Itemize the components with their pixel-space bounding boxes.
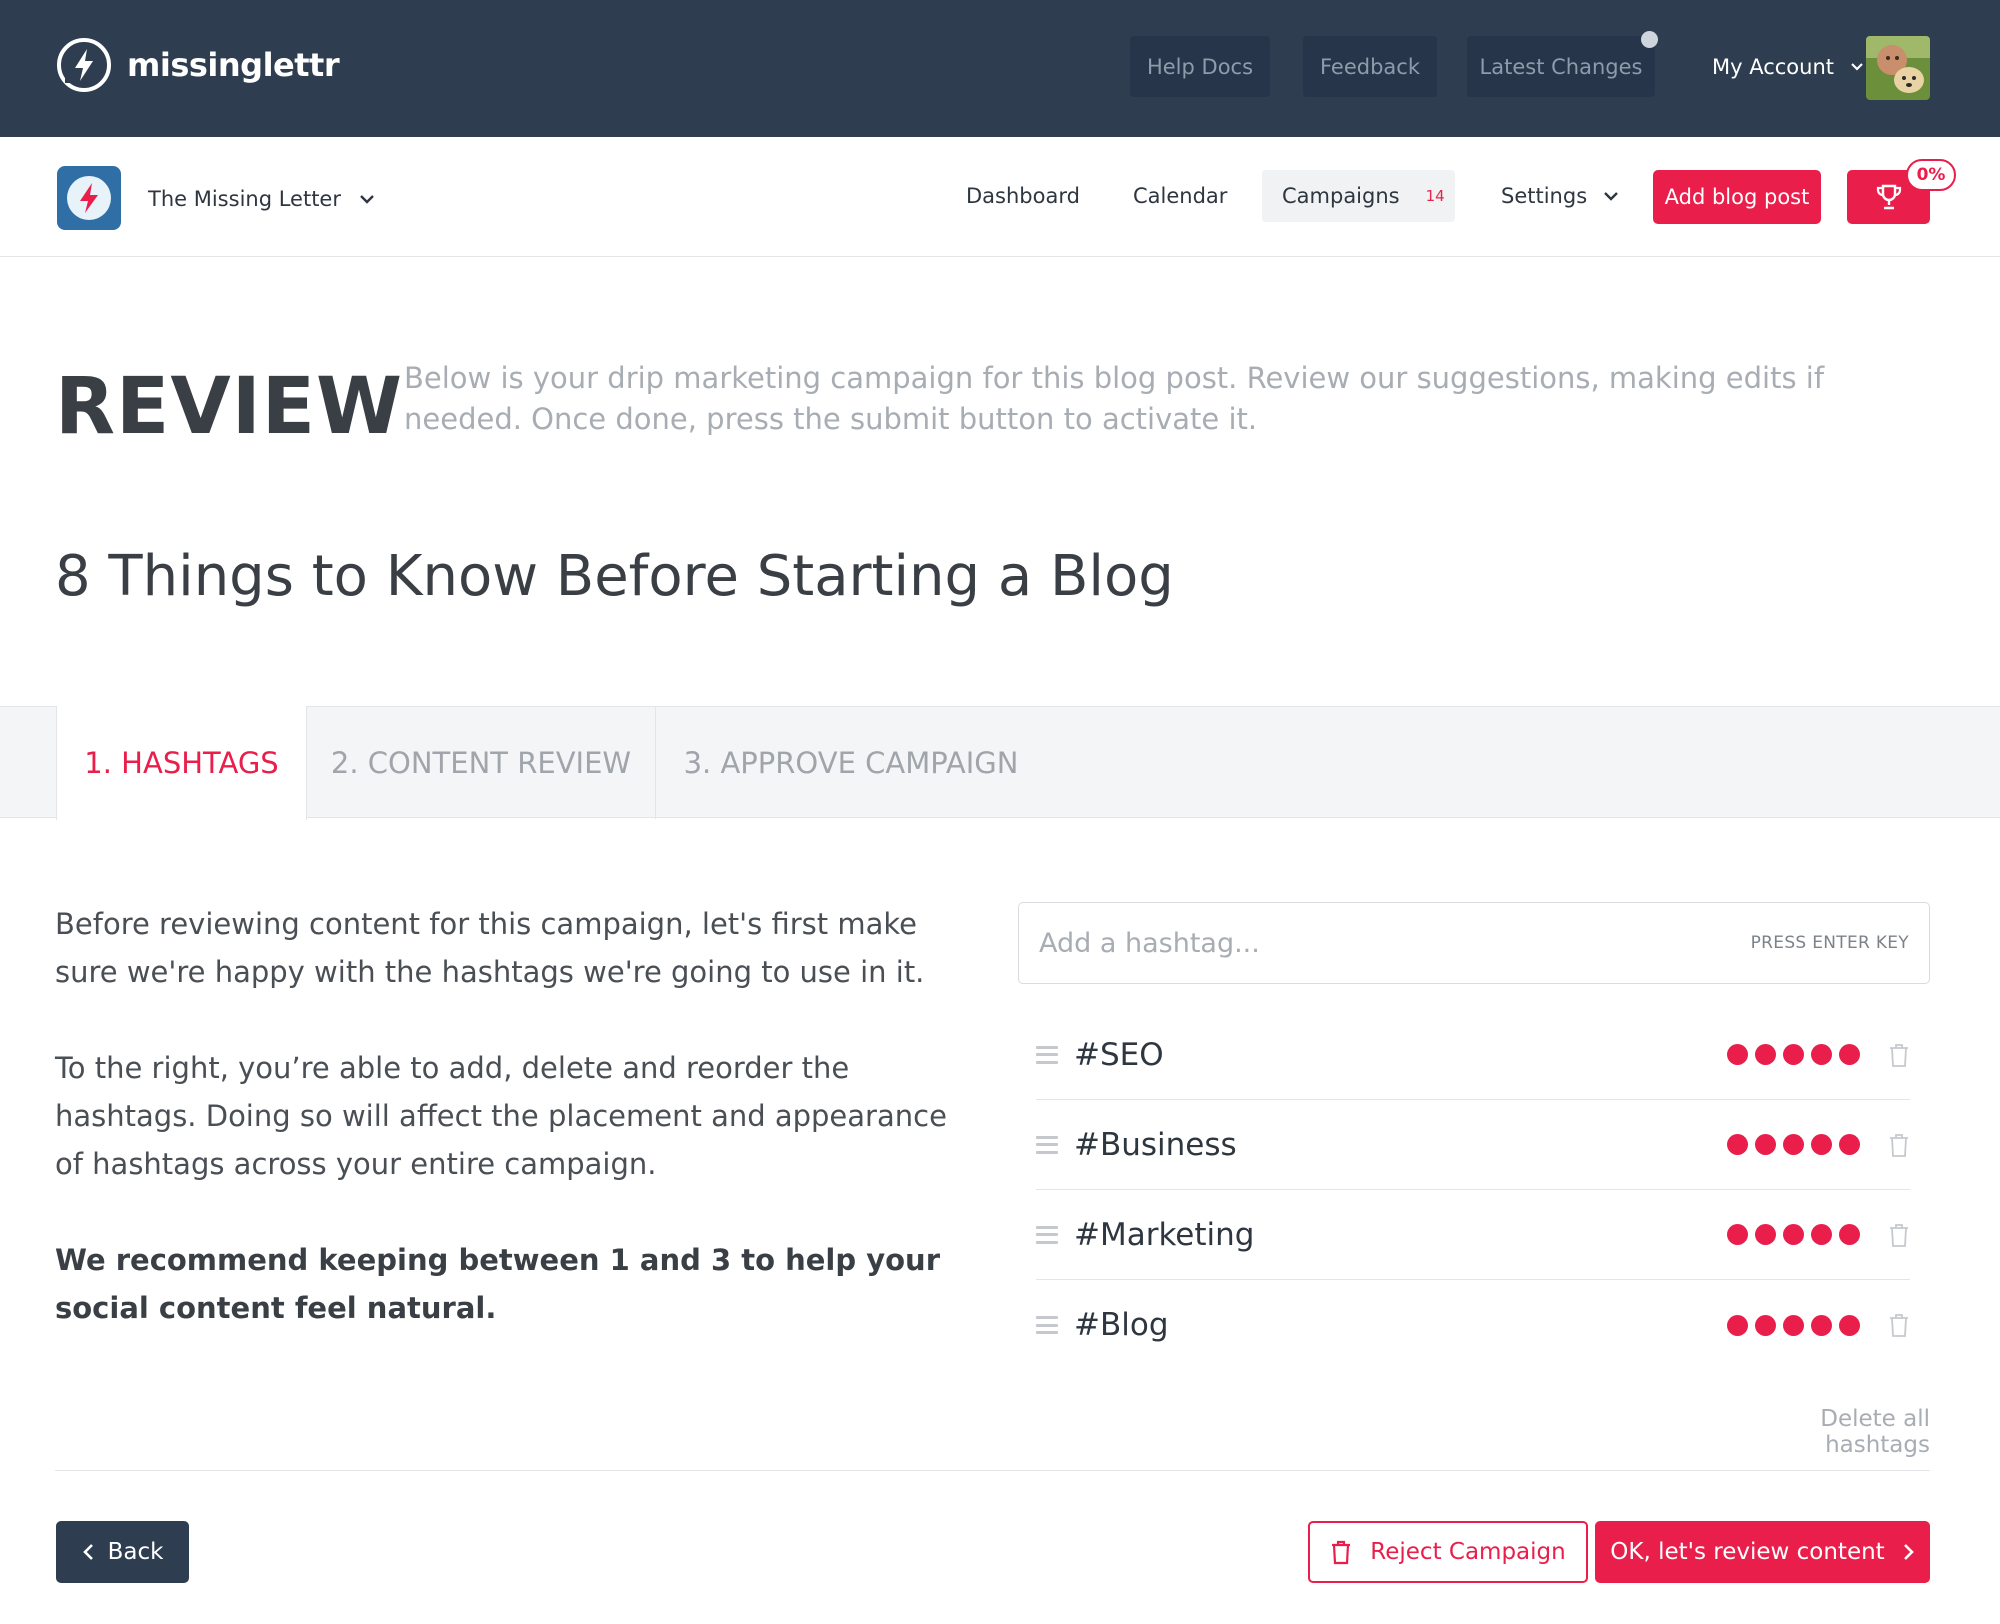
page-title: REVIEW	[55, 362, 404, 452]
trophy-percent-badge: 0%	[1906, 159, 1956, 191]
hashtag-list: #SEO #Business #Marketing #Blog	[1036, 1010, 1910, 1370]
add-blog-post-button[interactable]: Add blog post	[1653, 170, 1821, 224]
hashtag-label: #Marketing	[1074, 1216, 1255, 1253]
notification-dot	[1641, 31, 1658, 48]
rating-dot	[1727, 1314, 1748, 1336]
review-content-button[interactable]: OK, let's review content	[1595, 1521, 1930, 1583]
chevron-down-icon	[1604, 192, 1618, 201]
hashtag-row: #SEO	[1036, 1010, 1910, 1100]
rating-dot	[1839, 1224, 1860, 1245]
sub-nav: The Missing Letter Dashboard Calendar Ca…	[0, 137, 2000, 257]
help-docs-button[interactable]: Help Docs	[1130, 36, 1270, 97]
rating-dot	[1783, 1314, 1804, 1336]
rating-dot	[1727, 1134, 1748, 1155]
hashtag-row: #Blog	[1036, 1280, 1910, 1370]
hashtag-label: #SEO	[1074, 1036, 1164, 1073]
account-menu[interactable]: My Account	[1712, 36, 1864, 97]
chevron-right-icon	[1903, 1544, 1914, 1560]
hashtag-input-box: PRESS ENTER KEY	[1018, 902, 1930, 984]
delete-all-hashtags-link[interactable]: Delete all hashtags	[1720, 1406, 1930, 1458]
tab-hashtags[interactable]: 1. HASHTAGS	[56, 706, 307, 820]
rating-dot	[1811, 1134, 1832, 1155]
hashtag-row: #Business	[1036, 1100, 1910, 1190]
chevron-down-icon	[360, 195, 374, 204]
hashtag-input[interactable]	[1039, 927, 1751, 959]
latest-changes-button[interactable]: Latest Changes	[1467, 36, 1655, 97]
rating-dot	[1839, 1044, 1860, 1065]
drag-handle-icon[interactable]	[1036, 1224, 1058, 1246]
reject-campaign-button[interactable]: Reject Campaign	[1308, 1521, 1588, 1583]
bolt-circle-icon	[57, 38, 111, 92]
top-bar: missinglettr Help Docs Feedback Latest C…	[0, 0, 2000, 137]
hashtag-label: #Business	[1074, 1126, 1237, 1163]
intro-recommendation: We recommend keeping between 1 and 3 to …	[55, 1243, 940, 1325]
drag-handle-icon[interactable]	[1036, 1134, 1058, 1156]
page-description: Below is your drip marketing campaign fo…	[404, 361, 1825, 436]
trash-icon	[1332, 1540, 1351, 1565]
site-name: The Missing Letter	[148, 187, 341, 211]
brand-name: missinglettr	[127, 46, 340, 84]
rating-dot	[1839, 1314, 1860, 1336]
brand[interactable]: missinglettr	[55, 35, 340, 95]
press-enter-hint: PRESS ENTER KEY	[1750, 933, 1909, 953]
rating-dot	[1783, 1134, 1804, 1155]
rating-dot	[1811, 1044, 1832, 1065]
site-logo[interactable]	[57, 166, 121, 230]
rating-dot	[1755, 1314, 1776, 1336]
rating-dot	[1727, 1224, 1748, 1245]
nav-settings-label: Settings	[1501, 184, 1588, 208]
reject-label: Reject Campaign	[1370, 1539, 1566, 1565]
account-label: My Account	[1712, 54, 1835, 79]
hashtag-rating	[1727, 1314, 1860, 1336]
tab-approve-campaign[interactable]: 3. APPROVE CAMPAIGN	[656, 706, 1046, 819]
rating-dot	[1755, 1224, 1776, 1245]
trash-icon[interactable]	[1888, 1042, 1910, 1068]
rating-dot	[1811, 1224, 1832, 1245]
avatar-image	[1866, 36, 1930, 100]
nav-campaigns[interactable]: Campaigns 14	[1262, 170, 1455, 222]
intro-text: Before reviewing content for this campai…	[55, 900, 955, 1380]
tab-content-review[interactable]: 2. CONTENT REVIEW	[307, 706, 656, 819]
drag-handle-icon[interactable]	[1036, 1314, 1058, 1336]
rating-dot	[1755, 1044, 1776, 1065]
nav-campaigns-label: Campaigns	[1282, 184, 1400, 208]
chevron-left-icon	[82, 1544, 93, 1560]
hashtag-rating	[1727, 1224, 1860, 1245]
trash-icon[interactable]	[1888, 1312, 1910, 1338]
rating-dot	[1755, 1134, 1776, 1155]
bolt-icon	[67, 176, 111, 220]
rating-dot	[1811, 1314, 1832, 1336]
rating-dot	[1783, 1044, 1804, 1065]
back-button[interactable]: Back	[56, 1521, 189, 1583]
intro-paragraph-1: Before reviewing content for this campai…	[55, 907, 925, 989]
drag-handle-icon[interactable]	[1036, 1044, 1058, 1066]
trash-icon[interactable]	[1888, 1222, 1910, 1248]
nav-calendar[interactable]: Calendar	[1133, 170, 1227, 222]
site-selector[interactable]: The Missing Letter	[148, 181, 375, 217]
step-tabs: 1. HASHTAGS 2. CONTENT REVIEW 3. APPROVE…	[0, 706, 2000, 820]
hashtag-rating	[1727, 1044, 1860, 1065]
back-label: Back	[107, 1539, 164, 1565]
blog-post-title: 8 Things to Know Before Starting a Blog	[55, 544, 1174, 609]
hashtag-rating	[1727, 1134, 1860, 1155]
trash-icon[interactable]	[1888, 1132, 1910, 1158]
campaigns-count-badge: 14	[1425, 187, 1445, 205]
nav-settings[interactable]: Settings	[1501, 170, 1619, 222]
divider	[55, 1470, 1930, 1471]
rating-dot	[1839, 1134, 1860, 1155]
avatar[interactable]	[1866, 36, 1930, 100]
rating-dot	[1727, 1044, 1748, 1065]
hashtag-label: #Blog	[1074, 1307, 1169, 1343]
intro-paragraph-2: To the right, you’re able to add, delete…	[55, 1051, 947, 1181]
chevron-down-icon	[1851, 62, 1863, 71]
ok-label: OK, let's review content	[1610, 1539, 1885, 1565]
nav-dashboard[interactable]: Dashboard	[966, 170, 1080, 222]
feedback-button[interactable]: Feedback	[1303, 36, 1437, 97]
trophy-icon	[1876, 184, 1901, 210]
hashtag-row: #Marketing	[1036, 1190, 1910, 1280]
rating-dot	[1783, 1224, 1804, 1245]
